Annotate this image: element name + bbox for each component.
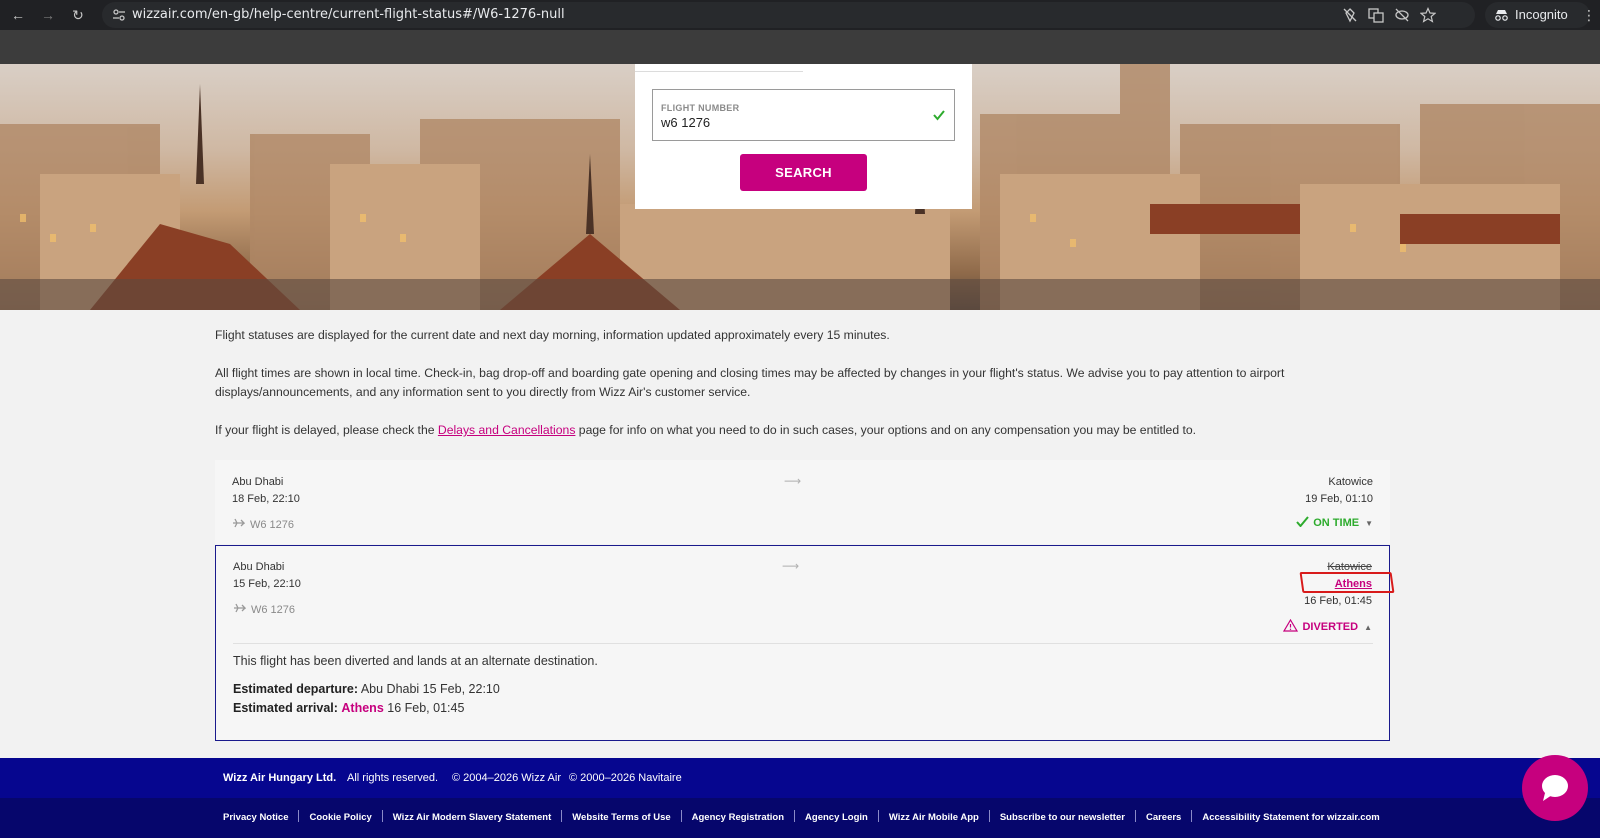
flight-number: W6 1276 xyxy=(233,602,295,616)
est-arrival-time: 16 Feb, 01:45 xyxy=(387,701,465,715)
reload-icon[interactable]: ↻ xyxy=(68,5,88,25)
est-arrival-city: Athens xyxy=(341,701,384,715)
footer-company: Wizz Air Hungary Ltd. xyxy=(223,772,337,784)
info-delays-text-after: page for info on what you need to do in … xyxy=(575,423,1197,437)
chat-bubble-icon xyxy=(1542,775,1568,801)
route-arrow-icon: ⟶ xyxy=(782,559,800,573)
arrival-time: 16 Feb, 01:45 xyxy=(1304,595,1372,607)
footer-copyright-navitaire: © 2000–2026 Navitaire xyxy=(569,772,682,784)
browser-toolbar: ← → ↻ wizzair.com/en-gb/help-centre/curr… xyxy=(0,0,1600,30)
browser-bookmarks-area xyxy=(0,30,1600,64)
flight-number: W6 1276 xyxy=(232,517,294,531)
flight-number-label: FLIGHT NUMBER xyxy=(661,103,740,113)
tracking-off-icon[interactable] xyxy=(1342,7,1358,23)
origin-city: Abu Dhabi xyxy=(233,561,285,573)
info-update-frequency: Flight statuses are displayed for the cu… xyxy=(215,328,890,342)
departure-time: 15 Feb, 22:10 xyxy=(233,578,301,590)
footer-link-privacy[interactable]: Privacy Notice xyxy=(223,812,288,823)
footer-link-agency-login[interactable]: Agency Login xyxy=(805,812,868,823)
footer-links-bar: Privacy Notice Cookie Policy Wizz Air Mode… xyxy=(0,798,1600,838)
url-text[interactable]: wizzair.com/en-gb/help-centre/current-fl… xyxy=(132,2,565,28)
flight-card-ontime[interactable]: Abu Dhabi 18 Feb, 22:10 ⟶ Katowice 19 Fe… xyxy=(215,460,1390,544)
forward-arrow-icon[interactable]: → xyxy=(38,5,58,25)
incognito-icon xyxy=(1495,10,1508,21)
footer-link-slavery[interactable]: Wizz Air Modern Slavery Statement xyxy=(393,812,551,823)
link-separator xyxy=(381,810,383,822)
info-local-time: All flight times are shown in local time… xyxy=(215,366,1285,399)
est-arrival-label: Estimated arrival: xyxy=(233,701,338,715)
departure-time: 18 Feb, 22:10 xyxy=(232,493,300,505)
footer-copyright-wizz: © 2004–2026 Wizz Air xyxy=(452,772,561,784)
flight-number-text: W6 1276 xyxy=(250,519,295,531)
chevron-down-icon: ▼ xyxy=(1365,519,1373,528)
footer-link-terms[interactable]: Website Terms of Use xyxy=(572,812,670,823)
footer-link-cookie[interactable]: Cookie Policy xyxy=(309,812,371,823)
status-toggle[interactable]: DIVERTED ▲ xyxy=(1283,618,1372,633)
bookmark-star-icon[interactable] xyxy=(1420,7,1436,23)
footer-link-careers[interactable]: Careers xyxy=(1146,812,1181,823)
footer-link-mobile-app[interactable]: Wizz Air Mobile App xyxy=(889,812,979,823)
flight-number-text: W6 1276 xyxy=(251,604,296,616)
link-separator xyxy=(298,810,300,822)
footer-link-accessibility[interactable]: Accessibility Statement for wizzair.com xyxy=(1202,812,1379,823)
info-delays-text-before: If your flight is delayed, please check … xyxy=(215,423,438,437)
browser-menu-icon[interactable]: ⋮ xyxy=(1582,5,1596,25)
checkmark-icon xyxy=(1296,516,1310,528)
address-bar[interactable]: wizzair.com/en-gb/help-centre/current-fl… xyxy=(102,2,1475,28)
flight-origin: Abu Dhabi 15 Feb, 22:10 xyxy=(233,559,301,593)
translate-icon[interactable] xyxy=(1368,7,1384,23)
link-separator xyxy=(988,810,990,822)
flight-number-input[interactable]: w6 1276 xyxy=(661,115,710,130)
search-tab-underline xyxy=(635,64,803,72)
info-delays: If your flight is delayed, please check … xyxy=(215,421,1365,440)
link-separator xyxy=(561,810,563,822)
incognito-badge[interactable]: Incognito xyxy=(1485,2,1590,28)
site-settings-icon[interactable] xyxy=(112,8,126,22)
details-divider xyxy=(233,643,1373,644)
est-departure-label: Estimated departure: xyxy=(233,682,359,696)
search-button[interactable]: SEARCH xyxy=(740,154,867,191)
checkmark-icon xyxy=(933,110,945,121)
flight-origin: Abu Dhabi 18 Feb, 22:10 xyxy=(232,474,300,508)
profile-label: Incognito xyxy=(1515,7,1568,22)
footer-link-agency-registration[interactable]: Agency Registration xyxy=(692,812,784,823)
route-arrow-icon: ⟶ xyxy=(784,474,802,488)
link-separator xyxy=(680,810,682,822)
plane-icon xyxy=(234,603,246,613)
chevron-up-icon: ▲ xyxy=(1364,623,1372,632)
est-departure-value: Abu Dhabi 15 Feb, 22:10 xyxy=(360,682,500,696)
chat-button[interactable] xyxy=(1522,755,1588,821)
plane-icon xyxy=(233,518,245,528)
delays-cancellations-link[interactable]: Delays and Cancellations xyxy=(438,423,576,437)
link-separator xyxy=(877,810,879,822)
status-toggle[interactable]: ON TIME ▼ xyxy=(1296,516,1373,529)
estimated-departure: Estimated departure: Abu Dhabi 15 Feb, 2… xyxy=(233,682,500,696)
link-separator xyxy=(794,810,796,822)
origin-city: Abu Dhabi xyxy=(232,476,284,488)
annotation-highlight-box xyxy=(1299,572,1395,593)
link-separator xyxy=(1191,810,1193,822)
warning-icon xyxy=(1283,618,1299,632)
footer-link-newsletter[interactable]: Subscribe to our newsletter xyxy=(1000,812,1125,823)
flight-number-field[interactable]: FLIGHT NUMBER w6 1276 xyxy=(652,89,955,141)
footer-rights: All rights reserved. xyxy=(347,772,439,784)
eye-off-icon[interactable] xyxy=(1394,7,1410,23)
footer-copyright-bar: Wizz Air Hungary Ltd. All rights reserve… xyxy=(0,758,1600,798)
flight-destination: Katowice 19 Feb, 01:10 xyxy=(1305,474,1373,508)
diversion-message: This flight has been diverted and lands … xyxy=(233,654,598,668)
status-text: ON TIME xyxy=(1313,517,1360,529)
status-text: DIVERTED xyxy=(1302,621,1359,633)
estimated-arrival: Estimated arrival: Athens 16 Feb, 01:45 xyxy=(233,701,464,715)
back-arrow-icon[interactable]: ← xyxy=(8,5,28,25)
destination-city: Katowice xyxy=(1328,476,1373,488)
link-separator xyxy=(1134,810,1136,822)
arrival-time: 19 Feb, 01:10 xyxy=(1305,493,1373,505)
footer-links: Privacy Notice Cookie Policy Wizz Air Mode… xyxy=(223,798,1380,838)
